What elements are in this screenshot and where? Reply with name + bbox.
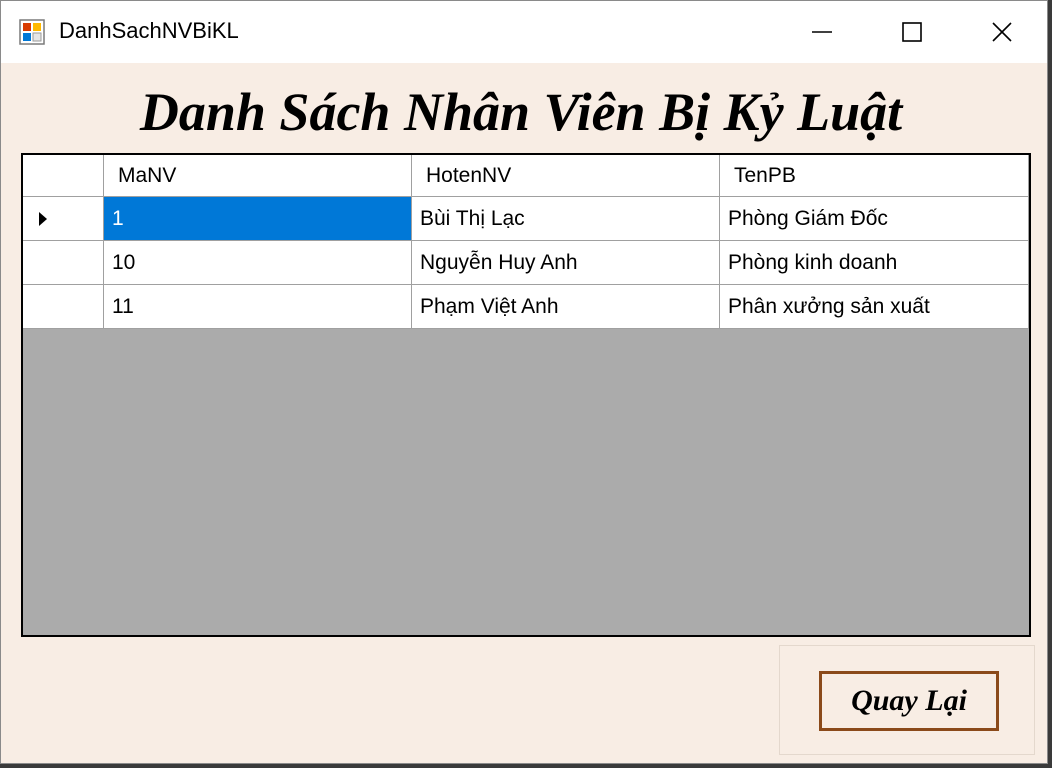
form-heading: Danh Sách Nhân Viên Bị Kỷ Luật <box>139 82 903 142</box>
current-row-arrow-icon <box>39 211 47 226</box>
app-window: DanhSachNVBiKL Danh Sách Nhân Viên Bị Kỷ… <box>0 0 1048 764</box>
column-header-hotennv[interactable]: HotenNV <box>412 155 720 197</box>
app-icon <box>19 19 45 45</box>
window-title: DanhSachNVBiKL <box>59 18 239 43</box>
cell-tenpb[interactable]: Phân xưởng sản xuất <box>720 285 1029 329</box>
minimize-button[interactable] <box>777 1 867 63</box>
maximize-button[interactable] <box>867 1 957 63</box>
column-header-manv[interactable]: MaNV <box>104 155 412 197</box>
table-row[interactable]: 1 Bùi Thị Lạc Phòng Giám Đốc <box>23 197 1029 241</box>
table-row[interactable]: 11 Phạm Việt Anh Phân xưởng sản xuất <box>23 285 1029 329</box>
cell-manv[interactable]: 11 <box>104 285 412 329</box>
close-button[interactable] <box>957 1 1047 63</box>
minimize-icon <box>812 31 832 33</box>
cell-hotennv[interactable]: Phạm Việt Anh <box>412 285 720 329</box>
table-row[interactable]: 10 Nguyễn Huy Anh Phòng kinh doanh <box>23 241 1029 285</box>
cell-hotennv[interactable]: Nguyễn Huy Anh <box>412 241 720 285</box>
grid-corner-header[interactable] <box>23 155 104 197</box>
row-header[interactable] <box>23 241 104 285</box>
cell-hotennv[interactable]: Bùi Thị Lạc <box>412 197 720 241</box>
title-bar[interactable]: DanhSachNVBiKL <box>1 1 1047 63</box>
column-header-tenpb[interactable]: TenPB <box>720 155 1029 197</box>
cell-tenpb[interactable]: Phòng Giám Đốc <box>720 197 1029 241</box>
cell-manv[interactable]: 10 <box>104 241 412 285</box>
row-header[interactable] <box>23 197 104 241</box>
grid-header-row: MaNV HotenNV TenPB <box>23 155 1029 197</box>
maximize-icon <box>902 22 922 42</box>
employee-data-grid[interactable]: MaNV HotenNV TenPB 1 Bùi Thị Lạc Phòng G… <box>21 153 1031 637</box>
close-icon <box>992 22 1012 42</box>
row-header[interactable] <box>23 285 104 329</box>
cell-tenpb[interactable]: Phòng kinh doanh <box>720 241 1029 285</box>
cell-manv[interactable]: 1 <box>104 197 412 241</box>
back-button[interactable]: Quay Lại <box>819 671 999 731</box>
